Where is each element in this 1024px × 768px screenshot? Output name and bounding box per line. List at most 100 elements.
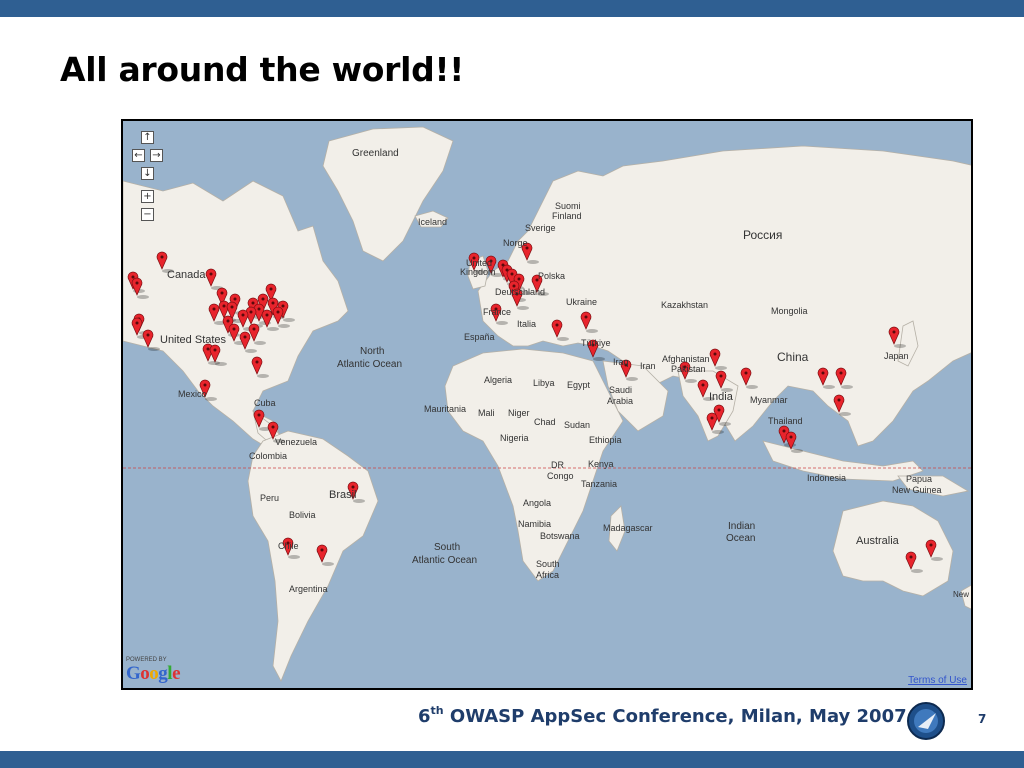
footer-rest: OWASP AppSec Conference, Milan, May 2007	[443, 706, 907, 727]
label-argentina: Argentina	[289, 584, 328, 594]
marker-dot	[220, 291, 224, 295]
marker-dot	[744, 371, 748, 375]
label-madagascar: Madagascar	[603, 523, 653, 533]
label-myanmar: Myanmar	[750, 395, 788, 405]
pan-down-button[interactable]: ↓	[141, 167, 154, 180]
label-rossiya: Россия	[743, 228, 783, 242]
label-afghanistan: Afghanistan	[662, 354, 710, 364]
label-greenland: Greenland	[352, 148, 399, 159]
marker-shadow	[496, 321, 508, 325]
label-papua: Papua	[906, 474, 933, 484]
label-espana: España	[464, 332, 495, 342]
label-cuba: Cuba	[254, 398, 276, 408]
label-ethiopia: Ethiopia	[589, 435, 622, 445]
marker-shadow	[626, 377, 638, 381]
label-new-guinea: New Guinea	[892, 485, 942, 495]
pan-right-button[interactable]: →	[150, 149, 163, 162]
marker-shadow	[894, 344, 906, 348]
label-indonesia: Indonesia	[807, 473, 847, 483]
owasp-logo-icon	[907, 702, 945, 740]
label-pakistan: Pakistan	[671, 364, 706, 374]
marker-shadow	[557, 337, 569, 341]
marker-shadow	[322, 562, 334, 566]
label-arabia: Arabia	[607, 396, 634, 406]
marker-shadow	[746, 385, 758, 389]
marker-dot	[203, 383, 207, 387]
label-tanzania: Tanzania	[581, 479, 618, 489]
marker-shadow	[288, 555, 300, 559]
marker-dot	[226, 319, 230, 323]
marker-dot	[269, 287, 273, 291]
marker-dot	[213, 348, 217, 352]
marker-shadow	[911, 569, 923, 573]
marker-dot	[701, 383, 705, 387]
terms-of-use-link[interactable]: Terms of Use	[908, 675, 967, 686]
marker-shadow	[283, 318, 295, 322]
label-south-africa-1: South	[536, 559, 560, 569]
marker-shadow	[527, 260, 539, 264]
marker-shadow	[791, 449, 803, 453]
zoom-in-button[interactable]: +	[141, 190, 154, 203]
label-chile: Chile	[278, 541, 299, 551]
slide-title: All around the world!!	[60, 50, 464, 89]
marker-shadow	[267, 327, 279, 331]
label-brasil: Brasil	[329, 489, 357, 501]
marker-dot	[719, 374, 723, 378]
marker-dot	[892, 330, 896, 334]
label-egypt: Egypt	[567, 380, 591, 390]
label-nz: New	[953, 590, 970, 599]
label-polska: Polska	[538, 271, 566, 281]
marker-shadow	[719, 422, 731, 426]
marker-shadow	[205, 397, 217, 401]
marker-dot	[212, 307, 216, 311]
marker-dot	[789, 435, 793, 439]
label-australia: Australia	[856, 535, 899, 547]
marker-dot	[257, 413, 261, 417]
label-north: North	[360, 346, 385, 357]
label-sudan: Sudan	[564, 420, 591, 430]
marker-dot	[135, 281, 139, 285]
top-banner	[0, 0, 1024, 17]
marker-dot	[146, 333, 150, 337]
label-thailand: Thailand	[768, 416, 803, 426]
label-bolivia: Bolivia	[289, 510, 316, 520]
marker-shadow	[712, 430, 724, 434]
zoom-out-button[interactable]: −	[141, 208, 154, 221]
label-turkiye: Türkiye	[581, 338, 611, 348]
marker-dot	[252, 327, 256, 331]
marker-shadow	[257, 374, 269, 378]
marker-dot	[206, 347, 210, 351]
marker-shadow	[215, 362, 227, 366]
pan-left-button[interactable]: ←	[132, 149, 145, 162]
label-kingdom: Kingdom	[460, 267, 496, 277]
marker-dot	[713, 352, 717, 356]
marker-shadow	[931, 557, 943, 561]
marker-shadow	[823, 385, 835, 389]
label-peru: Peru	[260, 493, 280, 503]
label-deutschland: Deutschland	[495, 287, 546, 297]
label-mali: Mali	[478, 408, 495, 418]
marker-shadow	[841, 385, 853, 389]
label-south-africa-2: Africa	[536, 570, 560, 580]
label-norge: Norge	[503, 238, 528, 248]
marker-shadow	[517, 306, 529, 310]
world-map[interactable]: Greenland Iceland Suomi Finland Sverige …	[121, 119, 973, 690]
marker-dot	[837, 398, 841, 402]
marker-shadow	[839, 412, 851, 416]
label-canada: Canada	[167, 269, 206, 281]
marker-shadow	[715, 366, 727, 370]
marker-dot	[281, 304, 285, 308]
page-number: 7	[978, 712, 987, 726]
label-south: South	[434, 542, 461, 553]
pan-up-button[interactable]: ↑	[141, 131, 154, 144]
marker-dot	[232, 327, 236, 331]
marker-dot	[222, 304, 226, 308]
marker-dot	[261, 297, 265, 301]
marker-dot	[160, 255, 164, 259]
label-chad: Chad	[534, 417, 556, 427]
marker-shadow	[245, 349, 257, 353]
google-logo[interactable]: Google	[126, 663, 180, 685]
marker-dot	[241, 313, 245, 317]
marker-shadow	[586, 329, 598, 333]
map-canvas[interactable]	[123, 121, 973, 690]
